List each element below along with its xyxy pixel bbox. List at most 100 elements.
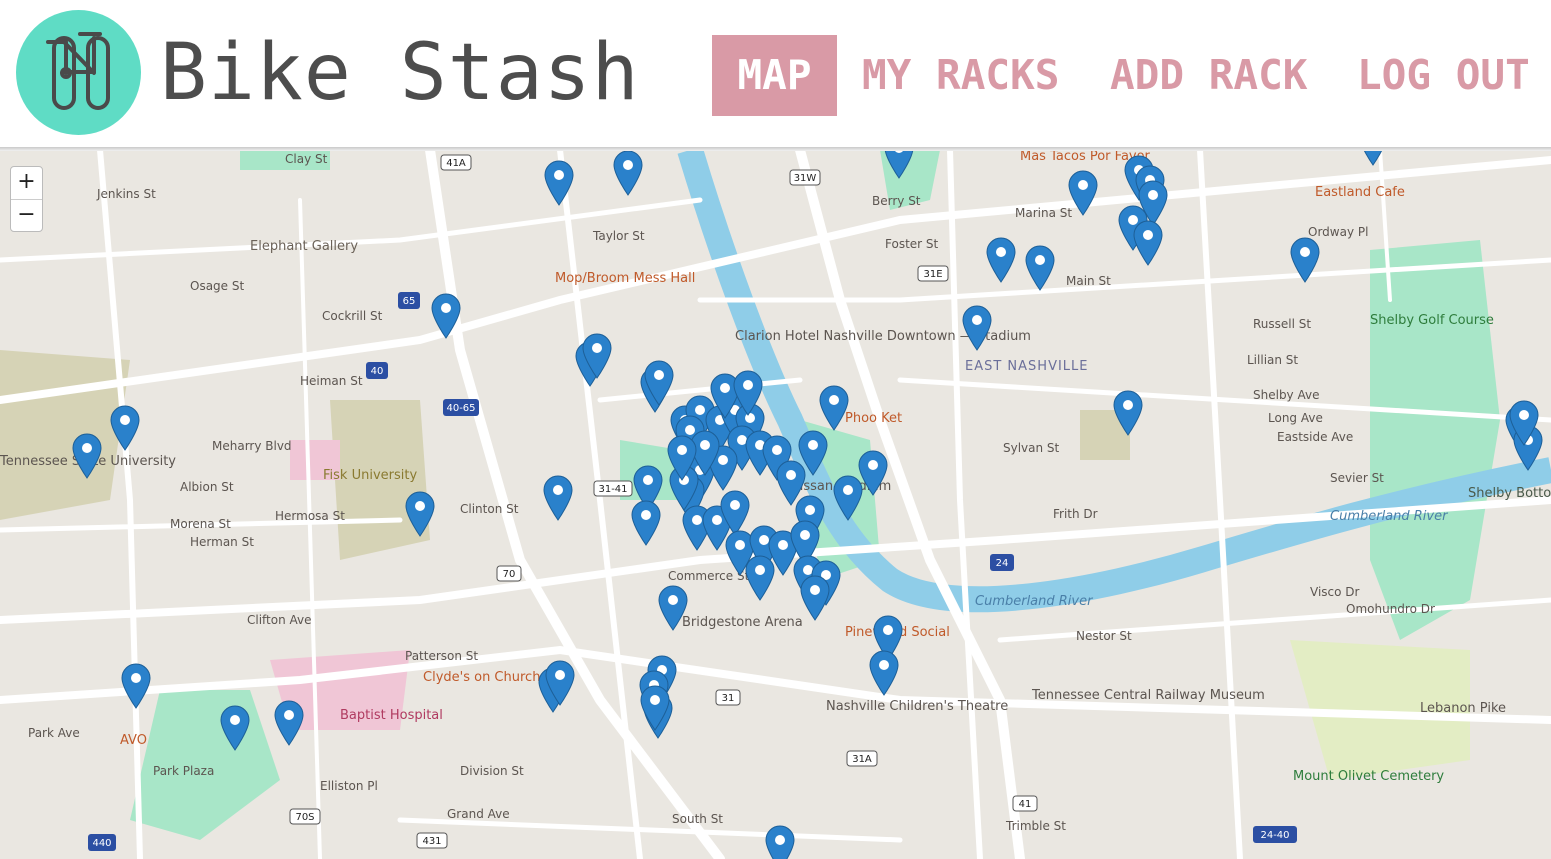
map-label: Main St	[1066, 274, 1111, 288]
nav-my-racks-tab[interactable]: MY RACKS	[862, 35, 1059, 116]
road-shield: 31A	[852, 754, 872, 765]
map-label: Morena St	[170, 517, 231, 531]
map-label: Nashville Children's Theatre	[826, 699, 1008, 714]
map-label: Clifton Ave	[247, 613, 312, 627]
rack-marker-icon[interactable]	[121, 663, 151, 709]
road-shield: 70	[503, 569, 516, 580]
nav-map-tab[interactable]: MAP	[712, 35, 837, 116]
map-label: Shelby Bottoms Nature Center	[1468, 486, 1551, 501]
rack-marker-icon[interactable]	[765, 825, 795, 859]
map-label: Heiman St	[300, 374, 363, 388]
map-label: Omohundro Dr	[1346, 602, 1435, 616]
map-label: Sevier St	[1330, 471, 1384, 485]
map-label: Eastside Ave	[1277, 430, 1353, 444]
road-shield: 41A	[446, 158, 466, 169]
map-label: Park Plaza	[153, 764, 214, 778]
road-shield: 31	[722, 693, 735, 704]
map-label: Clyde's on Church	[423, 670, 540, 685]
zoom-in-button[interactable]: +	[11, 167, 42, 200]
road-shield: 431	[422, 836, 441, 847]
map-label: Cockrill St	[322, 309, 383, 323]
map-label: Mount Olivet Cemetery	[1293, 769, 1444, 784]
rack-marker-icon[interactable]	[544, 160, 574, 206]
map-label: Patterson St	[405, 649, 478, 663]
road-shield: 40	[371, 366, 384, 377]
rack-marker-icon[interactable]	[800, 575, 830, 621]
rack-marker-icon[interactable]	[274, 700, 304, 746]
map-label: Division St	[460, 764, 524, 778]
zoom-control: + −	[10, 166, 43, 232]
map-label: Meharry Blvd	[212, 439, 292, 453]
map-label: Shelby Golf Course	[1370, 313, 1494, 328]
map-label: Jenkins St	[96, 187, 156, 201]
map-label: Visco Dr	[1310, 585, 1360, 599]
rack-marker-icon[interactable]	[1025, 245, 1055, 291]
map-label: Elliston Pl	[320, 779, 378, 793]
rack-marker-icon[interactable]	[776, 460, 806, 506]
map-label: Marina St	[1015, 206, 1072, 220]
rack-marker-icon[interactable]	[819, 385, 849, 431]
zoom-out-button[interactable]: −	[11, 200, 42, 232]
map-canvas[interactable]: Elephant Gallery Mop/Broom Mess Hall Cla…	[0, 147, 1551, 859]
map-label: Grand Ave	[447, 807, 510, 821]
nav-add-rack-tab[interactable]: ADD RACK	[1110, 35, 1307, 116]
map-label: Albion St	[180, 480, 234, 494]
map-label: Shelby Ave	[1253, 388, 1319, 402]
nav-log-out-tab[interactable]: LOG OUT	[1357, 35, 1530, 116]
map-label: Park Ave	[28, 726, 80, 740]
map-label: Russell St	[1253, 317, 1311, 331]
map-label: Lebanon Pike	[1420, 701, 1506, 716]
rack-marker-icon[interactable]	[986, 237, 1016, 283]
map-label: Mop/Broom Mess Hall	[555, 271, 695, 286]
rack-marker-icon[interactable]	[631, 500, 661, 546]
map-label: Long Ave	[1268, 411, 1323, 425]
road-shield: 24	[996, 558, 1009, 569]
map-label: Eastland Cafe	[1315, 185, 1405, 200]
map-label: Baptist Hospital	[340, 708, 443, 723]
road-shield: 31W	[794, 173, 817, 184]
rack-marker-icon[interactable]	[745, 555, 775, 601]
map-label: Taylor St	[592, 229, 645, 243]
road-shield: 40-65	[446, 403, 475, 414]
road-shield: 31-41	[598, 484, 627, 495]
road-shield: 24-40	[1260, 830, 1289, 841]
road-shield: 65	[403, 296, 416, 307]
road-shield: 70S	[295, 812, 314, 823]
map-label: Elephant Gallery	[250, 239, 358, 254]
map-label: Clinton St	[460, 502, 519, 516]
road-shield: 440	[92, 838, 111, 849]
map-label: EAST NASHVILLE	[965, 359, 1089, 374]
map-label: Bridgestone Arena	[682, 615, 803, 630]
road-shield: 31E	[923, 269, 942, 280]
app-title: Bike Stash	[160, 28, 640, 118]
header-shadow	[0, 147, 1551, 151]
app-header: Bike Stash MAP MY RACKS ADD RACK LOG OUT	[0, 0, 1551, 147]
rack-marker-icon[interactable]	[869, 650, 899, 696]
map-label: Fisk University	[323, 468, 417, 483]
map-label: Sylvan St	[1003, 441, 1060, 455]
map-label: Nestor St	[1076, 629, 1132, 643]
map-label: Osage St	[190, 279, 244, 293]
map-label: Clay St	[285, 152, 328, 166]
map-label: Berry St	[872, 194, 921, 208]
map-label: South St	[672, 812, 723, 826]
map-label: Lillian St	[1247, 353, 1298, 367]
map-label: Ordway Pl	[1308, 225, 1368, 239]
map-label: Trimble St	[1005, 819, 1066, 833]
map-label: Foster St	[885, 237, 939, 251]
rack-marker-icon[interactable]	[613, 150, 643, 196]
map-label: Cumberland River	[1330, 509, 1449, 524]
rack-marker-icon[interactable]	[1068, 170, 1098, 216]
map-label: Hermosa St	[275, 509, 345, 523]
map-label: Herman St	[190, 535, 254, 549]
map-label: Cumberland River	[975, 594, 1094, 609]
bicycle-icon	[46, 32, 110, 110]
app-logo[interactable]	[16, 10, 141, 135]
map-label: Tennessee Central Railway Museum	[1031, 688, 1265, 703]
map-label: AVO	[120, 733, 147, 748]
rack-marker-icon[interactable]	[543, 475, 573, 521]
map-label: Phoo Ket	[845, 411, 902, 426]
road-shield: 41	[1019, 799, 1032, 810]
rack-marker-icon[interactable]	[1133, 220, 1163, 266]
map-label: Frith Dr	[1053, 507, 1098, 521]
